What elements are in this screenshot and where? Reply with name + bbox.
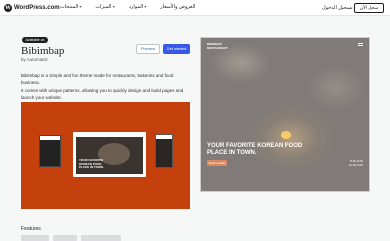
theme-promo-image: YOUR FAVORITE KOREAN FOOD PLACE IN TOWN. [21,102,190,209]
tablet-screenshot [155,134,173,168]
desktop-screenshot: YOUR FAVORITE KOREAN FOOD PLACE IN TOWN. [73,132,146,177]
preview-headline: YOUR FAVORITE KOREAN FOOD PLACE IN TOWN. [207,143,303,156]
wordpress-logo-icon: W [4,4,12,12]
nav-item-products[interactable]: المنتجات [60,4,81,10]
theme-title: Bibimbap [21,45,65,57]
nav-item-plans-pricing[interactable]: العروض والأسعار [160,4,195,10]
features-heading: Features [21,226,41,232]
feature-tag[interactable] [81,235,121,241]
theme-description-2: It comes with unique patterns, allowing … [21,88,184,100]
preview-cta-button[interactable]: Book a table [207,160,227,166]
nav-item-features[interactable]: الميزات [95,4,114,10]
availability-badge: Available on [22,37,48,43]
wordpress-logo[interactable]: W WordPress.com [4,4,60,12]
get-started-button[interactable]: Get started [163,44,190,54]
wordpress-logo-text: WordPress.com [14,5,60,11]
theme-live-preview[interactable]: BIBIMBAP RESTAURANT YOUR FAVORITE KOREAN… [200,37,370,192]
feature-tags [21,235,121,241]
preview-button[interactable]: Preview [136,44,160,54]
login-link[interactable]: تسجيل الدخول [322,5,353,11]
main-nav: المنتجات الميزات الموارد العروض والأسعار [60,4,195,10]
menu-icon[interactable] [358,43,363,46]
nav-item-resources[interactable]: الموارد [129,4,147,10]
preview-hours: TUE-SUN 12:00-9:00 [348,159,363,167]
feature-tag[interactable] [53,235,77,241]
theme-author[interactable]: by Automattic [21,57,48,62]
theme-description-1: Bibimbap is a simple and fun theme made … [21,73,174,85]
mobile-screenshot [39,135,61,167]
top-navigation-bar: W WordPress.com المنتجات الميزات الموارد… [0,0,390,16]
signup-button[interactable]: سجل الآن [354,3,384,13]
feature-tag[interactable] [21,235,49,241]
screenshot-headline: YOUR FAVORITE KOREAN FOOD PLACE IN TOWN. [79,158,104,169]
preview-site-name: BIBIMBAP RESTAURANT [207,42,228,50]
